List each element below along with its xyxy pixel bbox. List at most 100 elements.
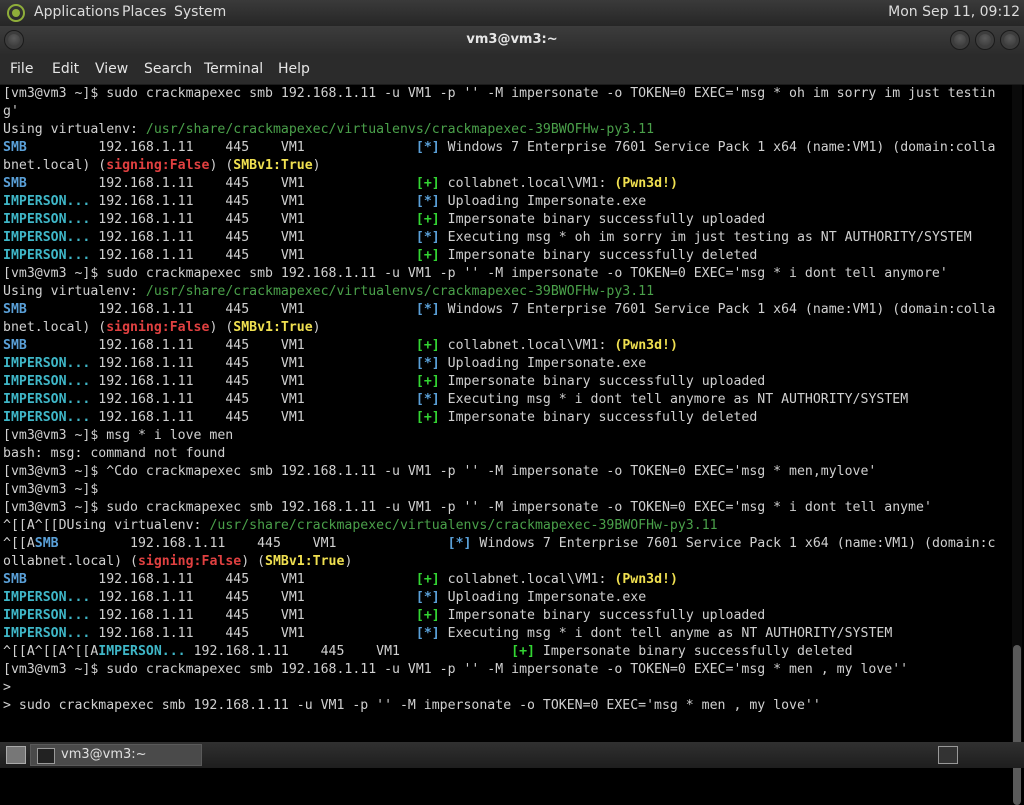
terminal-line: IMPERSON... 192.168.1.11 445 VM1 [*] Exe… xyxy=(0,625,1010,643)
terminal-text: SMB xyxy=(3,338,27,353)
terminal-text: SMBv1:True xyxy=(233,158,313,173)
terminal-text: Executing msg * oh im sorry im just test… xyxy=(439,230,972,245)
terminal-text: IMPERSON... xyxy=(3,410,91,425)
terminal-text: ^[[A^[[A^[[A xyxy=(3,644,99,659)
minimize-button[interactable] xyxy=(950,30,970,50)
terminal-text: [vm3@vm3 ~]$ sudo crackmapexec smb 192.1… xyxy=(3,86,996,101)
terminal-text: bnet.local) ( xyxy=(3,320,107,335)
applications-menu[interactable]: Applications xyxy=(34,4,120,20)
terminal-line: bnet.local) (signing:False) (SMBv1:True) xyxy=(0,319,1010,337)
terminal-line: bnet.local) (signing:False) (SMBv1:True) xyxy=(0,157,1010,175)
terminal-text: (Pwn3d!) xyxy=(614,338,678,353)
terminal-text: /usr/share/crackmapexec/virtualenvs/crac… xyxy=(145,284,655,299)
terminal-text: SMB xyxy=(3,572,27,587)
menu-edit[interactable]: Edit xyxy=(52,61,79,77)
terminal-text: ) ( xyxy=(209,158,234,173)
terminal-text: [vm3@vm3 ~]$ xyxy=(3,482,99,497)
top-panel: Applications Places System Mon Sep 11, 0… xyxy=(0,0,1024,26)
terminal-text: ) ( xyxy=(209,320,234,335)
terminal-line: SMB 192.168.1.11 445 VM1 [+] collabnet.l… xyxy=(0,175,1010,193)
terminal-line: IMPERSON... 192.168.1.11 445 VM1 [+] Imp… xyxy=(0,409,1010,427)
terminal-text: Using virtualenv: xyxy=(3,284,146,299)
terminal-text: 192.168.1.11 445 VM1 xyxy=(90,590,416,605)
terminal-text: IMPERSON... xyxy=(3,626,91,641)
terminal-text: 192.168.1.11 445 VM1 xyxy=(90,626,416,641)
terminal-text: [*] xyxy=(415,230,440,245)
clock[interactable]: Mon Sep 11, 09:12 xyxy=(888,4,1020,20)
terminal-line: bash: msg: command not found xyxy=(0,445,1010,463)
terminal-text: [*] xyxy=(415,194,440,209)
terminal-text: [+] xyxy=(415,176,440,191)
terminal-text: 192.168.1.11 445 VM1 xyxy=(90,230,416,245)
terminal-line: SMB 192.168.1.11 445 VM1 [+] collabnet.l… xyxy=(0,571,1010,589)
show-desktop-icon[interactable] xyxy=(6,746,26,764)
terminal-text: Windows 7 Enterprise 7601 Service Pack 1… xyxy=(439,302,996,317)
terminal-text: Uploading Impersonate.exe xyxy=(439,356,647,371)
menu-terminal[interactable]: Terminal xyxy=(204,61,263,77)
menu-help[interactable]: Help xyxy=(278,61,310,77)
menu-file[interactable]: File xyxy=(10,61,33,77)
terminal-text: Impersonate binary successfully deleted xyxy=(534,644,853,659)
terminal-text: SMBv1:True xyxy=(265,554,345,569)
terminal-text: IMPERSON... xyxy=(3,230,91,245)
window-titlebar[interactable]: vm3@vm3:~ xyxy=(0,26,1024,54)
terminal-text: [+] xyxy=(415,374,440,389)
terminal-text: Using virtualenv: xyxy=(3,122,146,137)
terminal-text: [*] xyxy=(415,626,440,641)
menu-search[interactable]: Search xyxy=(144,61,192,77)
terminal-line: SMB 192.168.1.11 445 VM1 [*] Windows 7 E… xyxy=(0,139,1010,157)
terminal-text: signing:False xyxy=(137,554,242,569)
maximize-button[interactable] xyxy=(975,30,995,50)
terminal-text: signing:False xyxy=(106,320,210,335)
terminal-text: /usr/share/crackmapexec/virtualenvs/crac… xyxy=(145,122,655,137)
terminal-text: IMPERSON... xyxy=(3,374,91,389)
terminal-line: SMB 192.168.1.11 445 VM1 [+] collabnet.l… xyxy=(0,337,1010,355)
terminal-text: SMB xyxy=(3,140,27,155)
distro-logo-icon[interactable] xyxy=(6,3,26,23)
terminal-line: IMPERSON... 192.168.1.11 445 VM1 [*] Upl… xyxy=(0,193,1010,211)
terminal-line: [vm3@vm3 ~]$ msg * i love men xyxy=(0,427,1010,445)
terminal-text: 192.168.1.11 445 VM1 xyxy=(90,212,416,227)
terminal-text: ^[[A xyxy=(3,536,35,551)
scrollbar-thumb[interactable] xyxy=(1013,645,1021,805)
terminal-text: 192.168.1.11 445 VM1 xyxy=(26,302,416,317)
terminal-text: Impersonate binary successfully uploaded xyxy=(439,608,766,623)
close-button[interactable] xyxy=(1000,30,1020,50)
places-menu[interactable]: Places xyxy=(122,4,167,20)
terminal-text: [*] xyxy=(447,536,472,551)
terminal-text: SMB xyxy=(3,302,27,317)
terminal-line: IMPERSON... 192.168.1.11 445 VM1 [*] Upl… xyxy=(0,589,1010,607)
terminal-text: SMBv1:True xyxy=(233,320,313,335)
terminal-line: IMPERSON... 192.168.1.11 445 VM1 [*] Exe… xyxy=(0,229,1010,247)
terminal-text: bnet.local) ( xyxy=(3,158,107,173)
taskbar-window-button[interactable]: vm3@vm3:~ xyxy=(30,744,202,766)
terminal-text: ) xyxy=(312,320,321,335)
terminal-text: ollabnet.local) ( xyxy=(3,554,138,569)
terminal-text: 192.168.1.11 445 VM1 xyxy=(90,410,416,425)
terminal-text: IMPERSON... xyxy=(3,194,91,209)
menu-view[interactable]: View xyxy=(95,61,128,77)
terminal-text: Executing msg * i dont tell anyme as NT … xyxy=(439,626,893,641)
terminal-text: ) xyxy=(344,554,353,569)
terminal-output[interactable]: [vm3@vm3 ~]$ sudo crackmapexec smb 192.1… xyxy=(0,85,1010,742)
terminal-line: IMPERSON... 192.168.1.11 445 VM1 [+] Imp… xyxy=(0,247,1010,265)
terminal-text: [+] xyxy=(415,212,440,227)
terminal-text: Impersonate binary successfully uploaded xyxy=(439,212,766,227)
terminal-scrollbar[interactable] xyxy=(1012,85,1022,805)
terminal-line: IMPERSON... 192.168.1.11 445 VM1 [+] Imp… xyxy=(0,607,1010,625)
terminal-text: 192.168.1.11 445 VM1 xyxy=(90,392,416,407)
terminal-line: [vm3@vm3 ~]$ xyxy=(0,481,1010,499)
terminal-line: ^[[ASMB 192.168.1.11 445 VM1 [*] Windows… xyxy=(0,535,1010,553)
system-menu[interactable]: System xyxy=(174,4,226,20)
workspace-switcher-icon[interactable] xyxy=(938,746,958,764)
terminal-text: IMPERSON... xyxy=(3,392,91,407)
terminal-text: IMPERSON... xyxy=(3,212,91,227)
terminal-text: 192.168.1.11 445 VM1 xyxy=(90,374,416,389)
terminal-text: ) ( xyxy=(241,554,266,569)
terminal-text: 192.168.1.11 445 VM1 xyxy=(26,338,416,353)
terminal-line: [vm3@vm3 ~]$ ^Cdo crackmapexec smb 192.1… xyxy=(0,463,1010,481)
bottom-taskbar: vm3@vm3:~ xyxy=(0,742,1024,768)
terminal-line: [vm3@vm3 ~]$ sudo crackmapexec smb 192.1… xyxy=(0,661,1010,679)
terminal-text: /usr/share/crackmapexec/virtualenvs/crac… xyxy=(209,518,718,533)
terminal-text: [+] xyxy=(415,410,440,425)
